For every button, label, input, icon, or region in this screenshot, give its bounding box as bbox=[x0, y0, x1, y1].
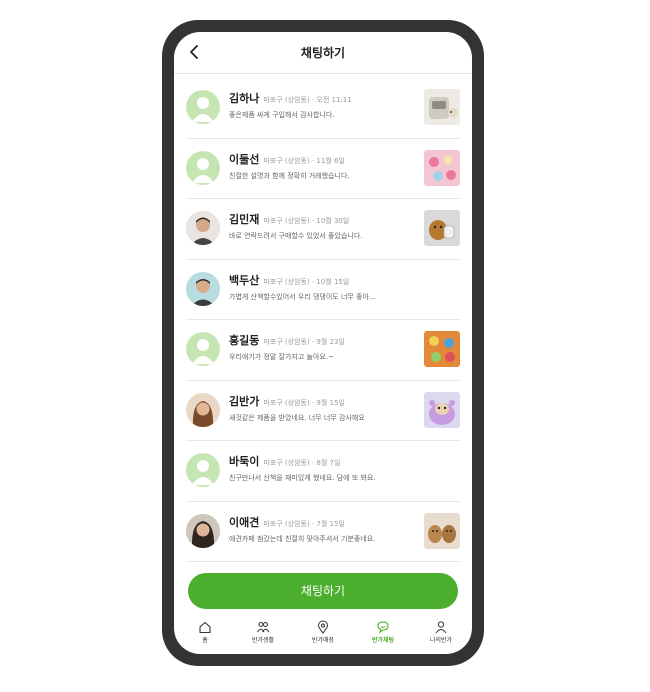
chat-time: 10월 30일 bbox=[316, 217, 350, 225]
people-icon bbox=[257, 622, 270, 633]
chat-location: 마포구 (상암동) bbox=[263, 338, 310, 346]
chat-row[interactable]: 이애견 마포구 (상암동) · 7월 15일 애견카페 첨갔는데 친절히 맞아주셔… bbox=[186, 502, 460, 562]
tab-chat[interactable]: 반가채팅 bbox=[355, 620, 411, 644]
chat-row[interactable]: 김하나 마포구 (상암동) · 오전 11:11 좋은제품 싸게 구입해서 감사합… bbox=[186, 78, 460, 139]
chat-message: 바로 연락드려서 구매할수 있었서 좋았습니다. bbox=[229, 232, 363, 240]
pet-toys-photo bbox=[424, 331, 460, 367]
cat-carrier-photo bbox=[424, 89, 460, 125]
chat-name: 김하나 bbox=[229, 92, 260, 105]
default-avatar-icon bbox=[186, 90, 220, 124]
phone-frame: 채팅하기 김하나 마포구 (상암동) · 오전 11:11 좋은제품 싸게 구입해… bbox=[162, 20, 484, 666]
tab-label: 반가매장 bbox=[311, 637, 335, 644]
location-pin-icon bbox=[317, 620, 329, 634]
chat-location: 마포구 (상암동) bbox=[263, 398, 310, 407]
chat-time: 9월 15일 bbox=[316, 398, 345, 407]
chat-message: 좋은제품 싸게 구입해서 감사합니다. bbox=[229, 111, 335, 119]
chat-name: 이애견 bbox=[229, 515, 260, 529]
tab-home[interactable]: 홈 bbox=[177, 620, 233, 644]
chat-row[interactable]: 홍길동 마포구 (상암동) · 9월 23일 우리애기가 정말 잘가지고 놀아요.… bbox=[186, 320, 460, 381]
home-icon bbox=[199, 621, 211, 634]
chat-name: 백두산 bbox=[229, 273, 260, 287]
chat-location: 마포구 (상암동) bbox=[263, 459, 310, 467]
start-chat-button[interactable]: 채팅하기 bbox=[188, 573, 458, 609]
chat-icon bbox=[377, 621, 389, 634]
chat-message: 친구만나서 산책을 재미있게 했네요. 담에 또 봐요. bbox=[229, 474, 376, 482]
puppies-photo bbox=[424, 512, 460, 549]
default-avatar-icon bbox=[186, 453, 220, 487]
chat-row[interactable]: 백두산 마포구 (상암동) · 10월 15일 가볍게 산책할수있어서 우리 댕댕… bbox=[186, 260, 460, 320]
tab-label: 반가채팅 bbox=[371, 637, 395, 644]
chat-time: 9월 23일 bbox=[316, 338, 345, 346]
chat-message: 애견카페 첨갔는데 친절히 맞아주셔서 기분좋네요. bbox=[229, 534, 376, 543]
tab-stores[interactable]: 반가매장 bbox=[295, 620, 351, 644]
chat-location: 마포구 (상암동) bbox=[263, 519, 310, 528]
user-photo bbox=[186, 211, 220, 245]
user-photo bbox=[186, 392, 220, 427]
pet-toys-photo bbox=[424, 149, 460, 186]
tab-label: 홈 bbox=[202, 637, 208, 644]
chat-location: 마포구 (상암동) bbox=[263, 277, 310, 286]
chat-name: 이둘선 bbox=[229, 152, 260, 166]
chat-time: 7월 15일 bbox=[316, 519, 345, 528]
phone-screen: 채팅하기 김하나 마포구 (상암동) · 오전 11:11 좋은제품 싸게 구입해… bbox=[174, 32, 472, 654]
app-header: 채팅하기 bbox=[174, 32, 472, 74]
chat-location: 마포구 (상암동) bbox=[263, 217, 310, 225]
default-avatar-icon bbox=[186, 332, 220, 366]
user-photo bbox=[186, 271, 220, 306]
user-photo bbox=[186, 513, 220, 548]
dog-costume-photo bbox=[424, 391, 460, 428]
tab-my-page[interactable]: 나의반가 bbox=[413, 620, 469, 644]
tab-label: 나의반가 bbox=[429, 637, 453, 644]
chat-time: 11월 6일 bbox=[316, 156, 345, 165]
chat-time: 8월 7일 bbox=[316, 459, 341, 467]
chat-time: 10월 15일 bbox=[316, 277, 350, 286]
chat-location: 마포구 (상암동) bbox=[263, 156, 310, 165]
chat-list: 김하나 마포구 (상암동) · 오전 11:11 좋은제품 싸게 구입해서 감사합… bbox=[186, 78, 460, 562]
chat-time: 오전 11:11 bbox=[316, 96, 352, 104]
dog-with-toy-photo bbox=[424, 210, 460, 246]
chat-message: 새것같은 제품을 받았네요. 너무 너무 감사해요 bbox=[229, 413, 365, 422]
chat-row[interactable]: 김반가 마포구 (상암동) · 9월 15일 새것같은 제품을 받았네요. 너무 … bbox=[186, 381, 460, 441]
tab-label: 반가생활 bbox=[251, 637, 275, 644]
person-icon bbox=[435, 621, 447, 634]
chat-message: 가볍게 산책할수있어서 우리 댕댕이도 너무 좋아... bbox=[229, 292, 376, 301]
chat-name: 홍길동 bbox=[229, 334, 260, 347]
chat-name: 김반가 bbox=[229, 394, 260, 408]
chat-row[interactable]: 이둘선 마포구 (상암동) · 11월 6일 친절한 설명과 함께 정확히 거래했… bbox=[186, 139, 460, 199]
chat-row[interactable]: 김민재 마포구 (상암동) · 10월 30일 바로 연락드려서 구매할수 있었서… bbox=[186, 199, 460, 260]
bottom-tab-bar: 홈 반가생활 반가매장 반가채팅 나의반가 bbox=[174, 618, 472, 654]
chat-name: 김민재 bbox=[229, 213, 260, 226]
default-avatar-icon bbox=[186, 150, 220, 185]
chat-name: 바둑이 bbox=[229, 455, 260, 468]
chat-message: 친절한 설명과 함께 정확히 거래했습니다. bbox=[229, 171, 350, 180]
tab-community[interactable]: 반가생활 bbox=[235, 620, 291, 644]
chat-message: 우리애기가 정말 잘가지고 놀아요.~ bbox=[229, 353, 334, 361]
chat-row[interactable]: 바둑이 마포구 (상암동) · 8월 7일 친구만나서 산책을 재미있게 했네요.… bbox=[186, 441, 460, 502]
chat-location: 마포구 (상암동) bbox=[263, 96, 310, 104]
page-title: 채팅하기 bbox=[300, 46, 346, 60]
